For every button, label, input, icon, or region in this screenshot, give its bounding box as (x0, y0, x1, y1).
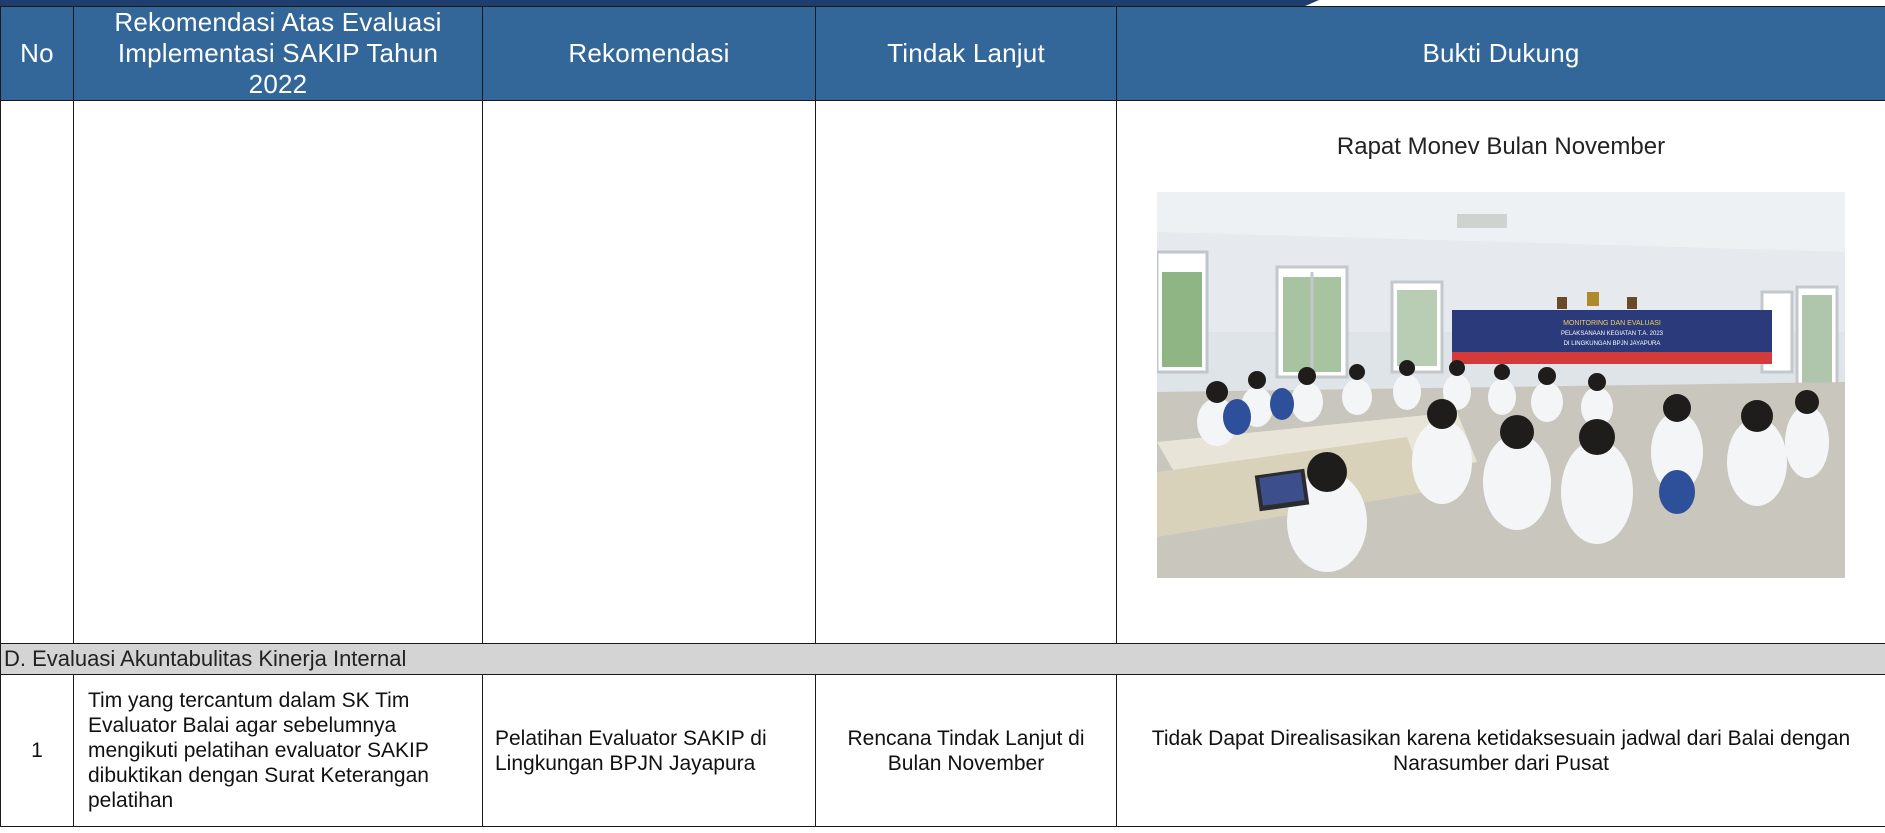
header-rekomendasi: Rekomendasi (482, 6, 816, 101)
section-title: D. Evaluasi Akuntabulitas Kinerja Intern… (0, 643, 1885, 675)
header-rekomendasi-evaluasi: Rekomendasi Atas Evaluasi Implementasi S… (73, 6, 483, 101)
evidence-caption: Rapat Monev Bulan November (1336, 133, 1666, 160)
meeting-photo: MONITORING DAN EVALUASI PELAKSANAAN KEGI… (1157, 192, 1845, 578)
table-row: 1 Tim yang tercantum dalam SK Tim Evalua… (0, 674, 1885, 827)
evidence-row: Rapat Monev Bulan November MONITORING DA… (0, 100, 1885, 644)
evidence-bukti-cell: Rapat Monev Bulan November MONITORING DA… (1116, 100, 1885, 644)
table-header-row: No Rekomendasi Atas Evaluasi Implementas… (0, 6, 1885, 101)
evidence-rekomendasi-evaluasi-cell (73, 100, 483, 644)
meeting-photo-illustration: MONITORING DAN EVALUASI PELAKSANAAN KEGI… (1157, 192, 1845, 578)
row1-rekomendasi: Pelatihan Evaluator SAKIP di Lingkungan … (482, 674, 816, 827)
evidence-rekomendasi-cell (482, 100, 816, 644)
row1-bukti-dukung: Tidak Dapat Direalisasikan karena ketida… (1116, 674, 1885, 827)
banner-line-3: DI LINGKUNGAN BPJN JAYAPURA (1564, 341, 1661, 347)
header-bukti-dukung: Bukti Dukung (1116, 6, 1885, 101)
header-tindak-lanjut: Tindak Lanjut (815, 6, 1117, 101)
row1-no: 1 (0, 674, 74, 827)
evidence-tindak-lanjut-cell (815, 100, 1117, 644)
header-no: No (0, 6, 74, 101)
banner-line-2: PELAKSANAAN KEGIATAN T.A. 2023 (1561, 331, 1664, 337)
evidence-no-cell (0, 100, 74, 644)
banner-line-1: MONITORING DAN EVALUASI (1563, 320, 1661, 327)
row1-rekomendasi-evaluasi: Tim yang tercantum dalam SK Tim Evaluato… (73, 674, 483, 827)
row1-tindak-lanjut: Rencana Tindak Lanjut di Bulan November (815, 674, 1117, 827)
sakip-followup-table: No Rekomendasi Atas Evaluasi Implementas… (0, 6, 1885, 827)
section-row-d: D. Evaluasi Akuntabulitas Kinerja Intern… (0, 643, 1885, 675)
